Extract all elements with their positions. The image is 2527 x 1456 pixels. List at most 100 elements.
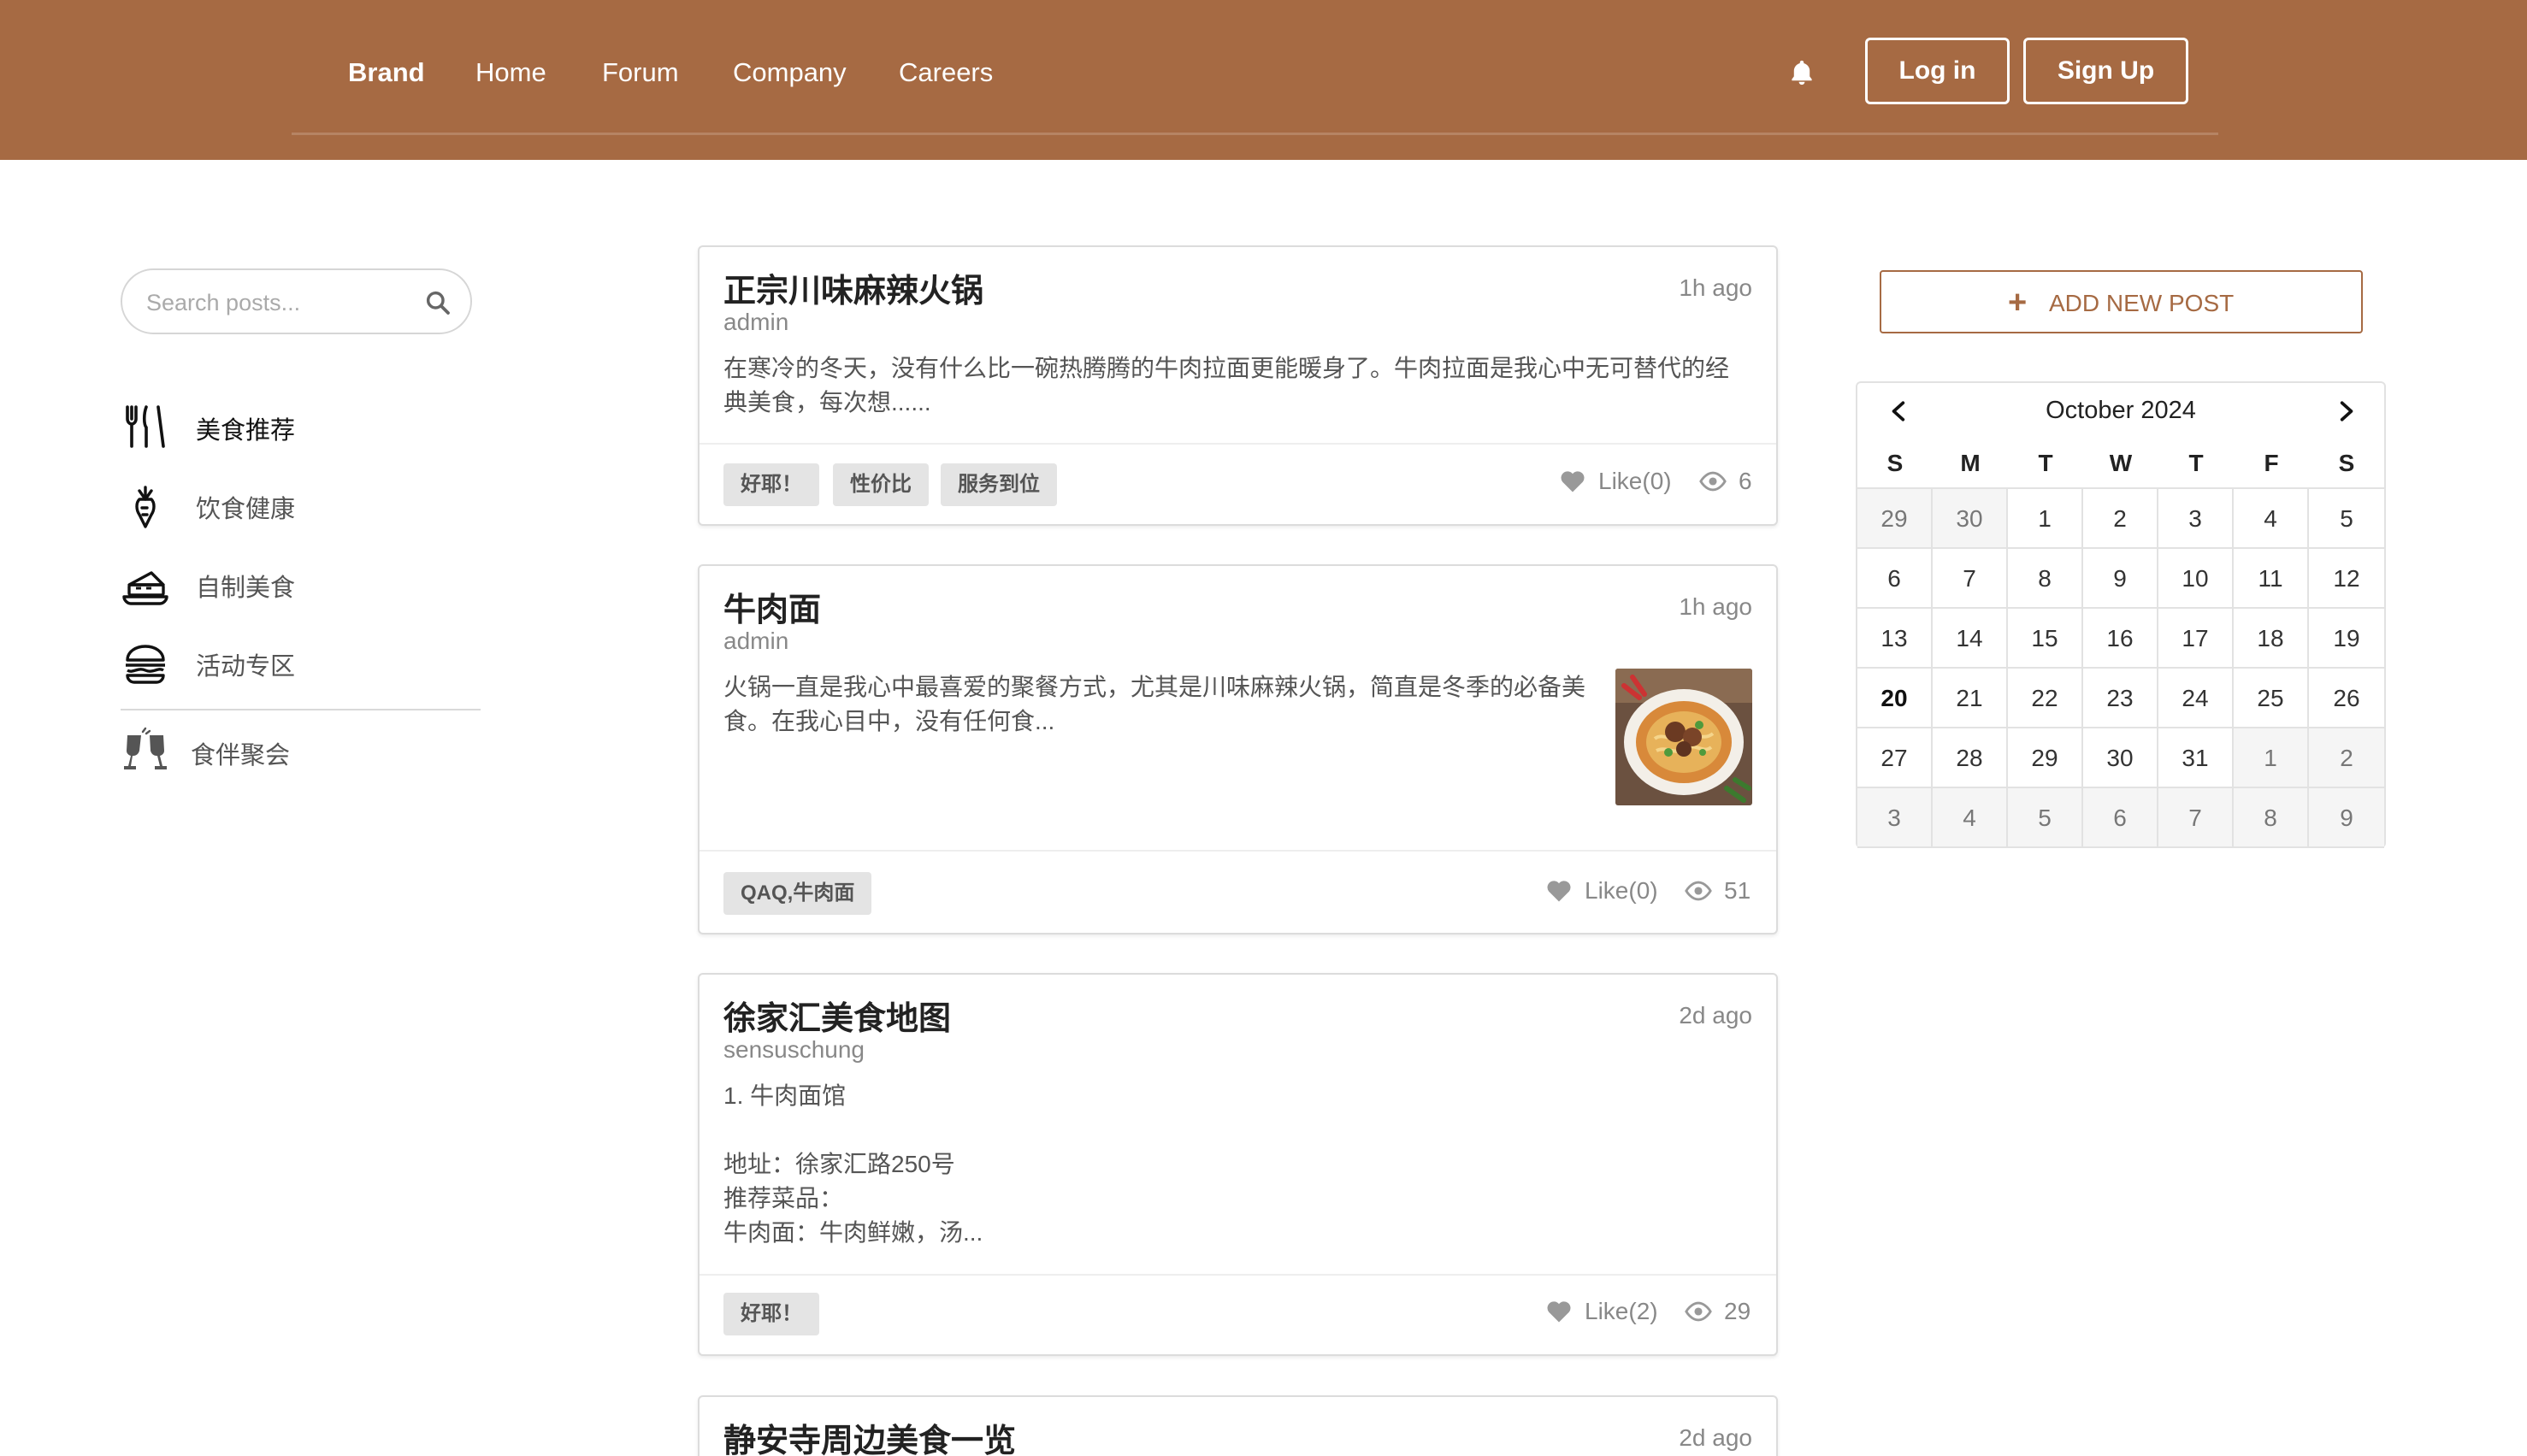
calendar-day[interactable]: 8	[2234, 788, 2309, 848]
post-title[interactable]: 徐家汇美食地图	[723, 992, 951, 1039]
calendar-day[interactable]: 25	[2234, 669, 2309, 728]
post-time: 1h ago	[1679, 274, 1752, 301]
calendar-day[interactable]: 9	[2083, 549, 2158, 609]
calendar-day[interactable]: 4	[1933, 788, 2008, 848]
sidebar-item-food-meetup[interactable]: 食伴聚会	[121, 723, 480, 780]
calendar-day[interactable]: 2	[2309, 728, 2384, 788]
sidebar-item-homemade-food[interactable]: 自制美食	[121, 556, 480, 612]
calendar-day[interactable]: 11	[2234, 549, 2309, 609]
post-author[interactable]: admin	[723, 628, 788, 655]
calendar-day[interactable]: 10	[2158, 549, 2234, 609]
view-count: 51	[1684, 874, 1769, 908]
post-time: 2d ago	[1679, 1002, 1752, 1029]
calendar-day[interactable]: 1	[2234, 728, 2309, 788]
bell-icon[interactable]	[1787, 58, 1816, 87]
calendar-day[interactable]: 30	[1933, 489, 2008, 549]
post-tag[interactable]: 服务到位	[941, 463, 1057, 506]
search-input[interactable]	[146, 286, 411, 320]
nav-link-forum[interactable]: Forum	[602, 55, 679, 91]
calendar-weekday: F	[2264, 450, 2279, 476]
post-title[interactable]: 静安寺周边美食一览	[723, 1414, 1016, 1456]
carrot-icon	[135, 486, 156, 528]
post-card[interactable]: 正宗川味麻辣火锅 1h ago admin 在寒冷的冬天，没有什么比一碗热腾腾的…	[698, 245, 1778, 526]
calendar-day[interactable]: 7	[1933, 549, 2008, 609]
calendar-day[interactable]: 6	[2083, 788, 2158, 848]
view-count-value: 6	[1739, 468, 1752, 494]
calendar-weekday: T	[2188, 450, 2204, 476]
sidebar-item-label: 自制美食	[196, 575, 296, 602]
heart-icon	[1547, 1301, 1571, 1323]
calendar-day[interactable]: 3	[1857, 788, 1933, 848]
post-card[interactable]: 牛肉面 1h ago admin 火锅一直是我心中最喜爱的聚餐方式，尤其是川味麻…	[698, 564, 1778, 934]
calendar-day[interactable]: 27	[1857, 728, 1933, 788]
post-author[interactable]: sensuschung	[723, 1036, 865, 1064]
post-time: 2d ago	[1679, 1424, 1752, 1451]
calendar-weekday: S	[1886, 450, 1904, 476]
post-tag[interactable]: 好耶！	[723, 1293, 819, 1335]
calendar-day[interactable]: 17	[2158, 609, 2234, 669]
nav-link-home[interactable]: Home	[475, 55, 546, 91]
sidebar-item-events[interactable]: 活动专区	[121, 634, 480, 691]
login-button[interactable]: Log in	[1865, 38, 2010, 104]
calendar-day[interactable]: 18	[2234, 609, 2309, 669]
calendar-day[interactable]: 7	[2158, 788, 2234, 848]
eye-icon	[1685, 1301, 1712, 1322]
calendar-day[interactable]: 16	[2083, 609, 2158, 669]
calendar-day[interactable]: 8	[2008, 549, 2083, 609]
calendar-day[interactable]: 24	[2158, 669, 2234, 728]
like-button[interactable]: Like(0)	[1546, 874, 1666, 908]
calendar-day[interactable]: 5	[2008, 788, 2083, 848]
excerpt-line: 牛肉面：牛肉鲜嫩，汤...	[723, 1219, 983, 1246]
calendar-day[interactable]: 6	[1857, 549, 1933, 609]
post-title[interactable]: 牛肉面	[723, 583, 821, 630]
nav-link-company[interactable]: Company	[733, 55, 847, 91]
post-thumbnail[interactable]	[1615, 669, 1752, 805]
post-card[interactable]: 静安寺周边美食一览 2d ago	[698, 1395, 1778, 1456]
signup-button[interactable]: Sign Up	[2023, 38, 2188, 104]
search-icon[interactable]	[424, 289, 452, 316]
calendar-day[interactable]: 13	[1857, 609, 1933, 669]
add-new-post-button[interactable]: + ADD NEW POST	[1880, 270, 2363, 333]
calendar-day[interactable]: 26	[2309, 669, 2384, 728]
post-tag[interactable]: 好耶！	[723, 463, 819, 506]
nav-link-careers[interactable]: Careers	[899, 55, 993, 91]
view-count: 29	[1684, 1294, 1769, 1329]
calendar-day[interactable]: 19	[2309, 609, 2384, 669]
post-card[interactable]: 徐家汇美食地图 2d ago sensuschung 1. 牛肉面馆 地址：徐家…	[698, 973, 1778, 1356]
calendar-day[interactable]: 14	[1933, 609, 2008, 669]
calendar-day[interactable]: 15	[2008, 609, 2083, 669]
calendar-day[interactable]: 21	[1933, 669, 2008, 728]
calendar-day[interactable]: 3	[2158, 489, 2234, 549]
like-button[interactable]: Like(0)	[1560, 464, 1680, 498]
navbar-divider	[292, 133, 2218, 135]
sidebar-item-label: 食伴聚会	[191, 742, 291, 769]
calendar-day[interactable]: 9	[2309, 788, 2384, 848]
cake-icon	[122, 571, 168, 605]
post-tag[interactable]: 性价比	[833, 463, 929, 506]
calendar-day[interactable]: 29	[1857, 489, 1933, 549]
calendar-day[interactable]: 28	[1933, 728, 2008, 788]
like-button[interactable]: Like(2)	[1546, 1294, 1666, 1329]
post-footer-divider	[700, 443, 1776, 445]
calendar-day[interactable]: 2	[2083, 489, 2158, 549]
calendar-day[interactable]: 31	[2158, 728, 2234, 788]
brand-link[interactable]: Brand	[348, 55, 425, 91]
calendar-day[interactable]: 5	[2309, 489, 2384, 549]
calendar-month-title: October 2024	[2046, 397, 2196, 424]
sidebar-item-healthy-diet[interactable]: 饮食健康	[121, 477, 480, 533]
post-author[interactable]: admin	[723, 309, 788, 336]
calendar-day[interactable]: 22	[2008, 669, 2083, 728]
post-title[interactable]: 正宗川味麻辣火锅	[723, 264, 983, 311]
calendar-day[interactable]: 29	[2008, 728, 2083, 788]
sidebar-item-food-recommend[interactable]: 美食推荐	[121, 398, 480, 455]
calendar-day[interactable]: 12	[2309, 549, 2384, 609]
calendar-weekday: T	[2038, 450, 2053, 476]
calendar-day[interactable]: 4	[2234, 489, 2309, 549]
post-tag[interactable]: QAQ,牛肉面	[723, 872, 872, 915]
calendar-day[interactable]: 1	[2008, 489, 2083, 549]
calendar-day[interactable]: 23	[2083, 669, 2158, 728]
calendar-day[interactable]: 20	[1857, 669, 1933, 728]
post-excerpt: 1. 牛肉面馆 地址：徐家汇路250号 推荐菜品： 牛肉面：牛肉鲜嫩，汤...	[723, 1079, 1741, 1250]
calendar-day[interactable]: 30	[2083, 728, 2158, 788]
chevron-right-icon[interactable]	[2335, 400, 2357, 422]
